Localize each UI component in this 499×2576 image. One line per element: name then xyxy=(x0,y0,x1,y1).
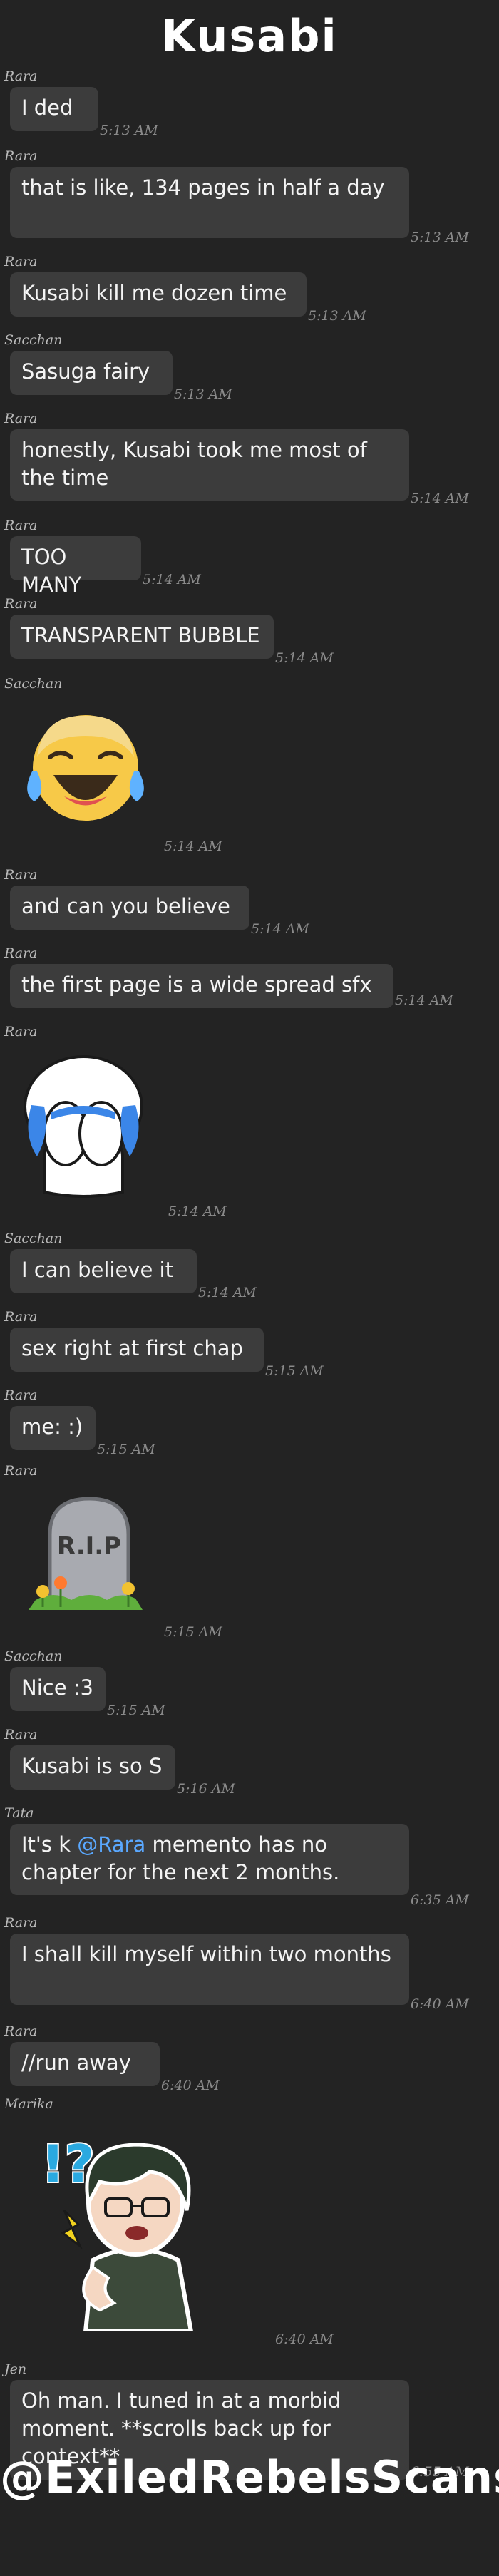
timestamp: 5:16 AM xyxy=(177,1781,235,1797)
message-bubble[interactable]: TRANSPARENT BUBBLE xyxy=(10,615,274,659)
message-bubble[interactable]: and can you believe xyxy=(10,886,250,930)
message: Rara 5:14 AM xyxy=(0,1024,499,1222)
sender-name: Rara xyxy=(4,1024,38,1040)
message: Sacchan I can believe it 5:14 AM xyxy=(0,1231,499,1302)
message: Rara me: :) 5:15 AM xyxy=(0,1387,499,1459)
message-bubble[interactable]: TOO MANY xyxy=(10,536,141,597)
message: Rara the first page is a wide spread sfx… xyxy=(0,945,499,1017)
message-bubble[interactable]: I can believe it xyxy=(10,1249,197,1293)
message-bubble[interactable]: I ded xyxy=(10,87,98,131)
timestamp: 5:13 AM xyxy=(174,386,232,402)
message: Marika !? 6:40 AM xyxy=(0,2096,499,2360)
message-bubble[interactable]: honestly, Kusabi took me most of the tim… xyxy=(10,429,409,501)
timestamp: 6:40 AM xyxy=(161,2078,220,2093)
message-bubble[interactable]: that is like, 134 pages in half a day xyxy=(10,167,409,238)
rip-text: R.I.P xyxy=(57,1532,121,1561)
sender-name: Sacchan xyxy=(4,1648,63,1664)
sender-name: Sacchan xyxy=(4,676,63,692)
chat-title: Kusabi xyxy=(161,10,338,62)
sender-name: Rara xyxy=(4,1309,38,1325)
sender-name: Sacchan xyxy=(4,1231,63,1246)
message-bubble[interactable]: I shall kill myself within two months xyxy=(10,1934,409,2005)
timestamp: 6:40 AM xyxy=(411,1996,469,2012)
message: Rara Kusabi is so S 5:16 AM xyxy=(0,1727,499,1798)
timestamp: 5:14 AM xyxy=(251,921,309,937)
message: Rara I shall kill myself within two mont… xyxy=(0,1915,499,2015)
message-bubble[interactable]: Sasuga fairy xyxy=(10,351,173,395)
timestamp: 6:40 AM xyxy=(275,2331,334,2347)
shocked-anime-boy-sticker[interactable]: !? xyxy=(29,2125,242,2334)
message: Sacchan Nice :3 5:15 AM xyxy=(0,1648,499,1720)
message: Tata It's k @Rara memento has no chapter… xyxy=(0,1805,499,1912)
sender-name: Rara xyxy=(4,867,38,883)
timestamp: 5:15 AM xyxy=(265,1363,324,1379)
message: Rara TRANSPARENT BUBBLE 5:14 AM xyxy=(0,596,499,667)
sender-name: Rara xyxy=(4,1915,38,1931)
watermark: @ExiledRebelsScans xyxy=(0,2451,499,2503)
sender-name: Rara xyxy=(4,2023,38,2039)
sender-name: Rara xyxy=(4,254,38,270)
message: Rara honestly, Kusabi took me most of th… xyxy=(0,411,499,510)
message-bubble[interactable]: me: :) xyxy=(10,1406,96,1450)
sender-name: Rara xyxy=(4,945,38,961)
sender-name: Sacchan xyxy=(4,332,63,348)
sender-name: Rara xyxy=(4,1387,38,1403)
timestamp: 5:14 AM xyxy=(395,992,453,1008)
rip-tombstone-sticker[interactable]: R.I.P xyxy=(21,1492,150,1623)
message: Rara and can you believe 5:14 AM xyxy=(0,867,499,938)
mention-link[interactable]: @Rara xyxy=(77,1832,145,1857)
message: Rara R.I.P 5:15 AM xyxy=(0,1463,499,1643)
timestamp: 6:35 AM xyxy=(411,1892,469,1908)
timestamp: 5:13 AM xyxy=(308,308,366,324)
sender-name: Rara xyxy=(4,68,38,84)
laughing-crying-face-sticker[interactable] xyxy=(21,707,150,831)
sender-name: Tata xyxy=(4,1805,34,1821)
message-bubble[interactable]: Nice :3 xyxy=(10,1667,106,1711)
message-bubble[interactable]: sex right at first chap xyxy=(10,1328,264,1372)
message-bubble[interactable]: //run away xyxy=(10,2042,160,2086)
message: Rara TOO MANY 5:14 AM xyxy=(0,518,499,597)
message-bubble[interactable]: Kusabi kill me dozen time xyxy=(10,272,307,317)
sender-name: Marika xyxy=(4,2096,53,2112)
message: Rara sex right at first chap 5:15 AM xyxy=(0,1309,499,1380)
timestamp: 5:13 AM xyxy=(411,230,469,245)
message: Sacchan Sasuga fairy 5:13 AM xyxy=(0,332,499,404)
timestamp: 5:14 AM xyxy=(411,491,469,506)
sender-name: Rara xyxy=(4,1727,38,1743)
message-bubble[interactable]: Kusabi is so S xyxy=(10,1745,175,1790)
sender-name: Rara xyxy=(4,596,38,612)
sender-name: Rara xyxy=(4,518,38,533)
timestamp: 5:14 AM xyxy=(168,1204,227,1219)
timestamp: 5:15 AM xyxy=(164,1624,222,1640)
message-bubble[interactable]: It's k @Rara memento has no chapter for … xyxy=(10,1824,409,1895)
sender-name: Rara xyxy=(4,411,38,426)
sender-name: Rara xyxy=(4,1463,38,1479)
timestamp: 5:15 AM xyxy=(107,1703,165,1718)
timestamp: 5:14 AM xyxy=(275,650,334,666)
timestamp: 5:15 AM xyxy=(97,1442,155,1457)
timestamp: 5:14 AM xyxy=(143,572,201,587)
message: Rara Kusabi kill me dozen time 5:13 AM xyxy=(0,254,499,325)
message-text: It's k xyxy=(21,1832,78,1857)
timestamp: 5:13 AM xyxy=(100,123,158,138)
timestamp: 5:14 AM xyxy=(164,838,222,854)
sender-name: Jen xyxy=(4,2361,27,2377)
message: Rara I ded 5:13 AM xyxy=(0,68,499,140)
timestamp: 5:14 AM xyxy=(198,1285,257,1300)
message: Sacchan 5:14 AM xyxy=(0,676,499,861)
crying-white-bear-sticker[interactable] xyxy=(16,1050,151,1202)
message-bubble[interactable]: the first page is a wide spread sfx xyxy=(10,964,393,1008)
sender-name: Rara xyxy=(4,148,38,164)
message: Rara that is like, 134 pages in half a d… xyxy=(0,148,499,248)
message: Rara //run away 6:40 AM xyxy=(0,2023,499,2095)
